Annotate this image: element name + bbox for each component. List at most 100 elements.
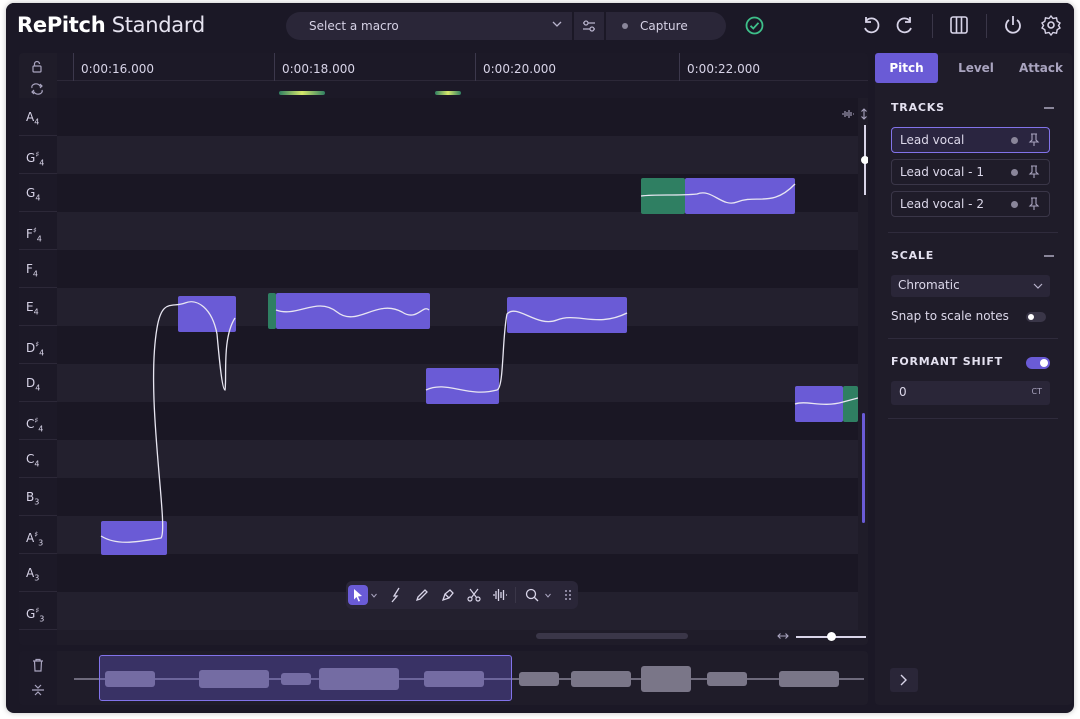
pin-icon[interactable] xyxy=(1028,133,1040,147)
chevron-down-icon[interactable] xyxy=(545,593,551,598)
loop-icon[interactable] xyxy=(29,81,45,97)
toolbar-divider xyxy=(932,14,933,38)
key-note: A xyxy=(26,531,35,545)
select-tool-icon[interactable] xyxy=(348,585,368,605)
piano-key[interactable]: A3 xyxy=(19,554,57,592)
formant-title: FORMANT SHIFT xyxy=(891,355,1003,368)
formant-shift-input[interactable]: 0 CT xyxy=(891,381,1050,405)
track-overview[interactable] xyxy=(19,651,868,705)
ruler-tick xyxy=(274,53,275,81)
macro-settings-button[interactable] xyxy=(574,12,604,40)
collapse-icon[interactable] xyxy=(30,682,46,698)
app-name-bold: RePitch xyxy=(17,13,106,37)
overview-waveform xyxy=(571,671,631,687)
columns-icon[interactable] xyxy=(948,14,970,36)
track-item[interactable]: Lead vocal xyxy=(891,127,1050,153)
edit-toolbar xyxy=(346,581,578,609)
track-record-dot-icon[interactable] xyxy=(1011,201,1018,208)
toggle-knob xyxy=(1040,359,1048,367)
horizontal-scrollbar[interactable] xyxy=(536,633,688,639)
piano-key[interactable]: G♯3 xyxy=(19,592,57,630)
piano-key[interactable]: A4 xyxy=(19,98,57,136)
piano-key[interactable]: A♯3 xyxy=(19,516,57,554)
scale-collapse-button[interactable] xyxy=(1044,255,1054,257)
scissors-icon[interactable] xyxy=(464,585,484,605)
draw-tool-icon[interactable] xyxy=(438,585,458,605)
lock-icon[interactable] xyxy=(29,59,45,75)
tab-attack[interactable]: Attack xyxy=(1011,53,1071,83)
piano-key[interactable]: G4 xyxy=(19,174,57,212)
overview-waveform xyxy=(707,672,747,686)
track-item[interactable]: Lead vocal - 1 xyxy=(891,159,1050,185)
undo-icon[interactable] xyxy=(860,14,882,36)
piano-key[interactable]: C4 xyxy=(19,440,57,478)
key-note: A xyxy=(26,566,35,580)
formant-toggle[interactable] xyxy=(1026,357,1050,369)
key-note: B xyxy=(26,490,35,504)
pitch-tool-icon[interactable] xyxy=(386,585,406,605)
track-name: Lead vocal - 1 xyxy=(900,165,984,179)
horizontal-zoom-icon[interactable] xyxy=(777,631,789,641)
key-octave: 4 xyxy=(33,307,39,317)
waveform-toggle-icon[interactable] xyxy=(841,109,855,119)
zoom-icon[interactable] xyxy=(522,585,542,605)
ruler-tick xyxy=(679,53,680,81)
loop-marker[interactable] xyxy=(279,91,325,95)
piano-key[interactable]: F4 xyxy=(19,250,57,288)
vertical-zoom-icon[interactable] xyxy=(860,108,868,120)
vertical-scroll-thumb[interactable] xyxy=(862,413,865,523)
track-record-dot-icon[interactable] xyxy=(1011,169,1018,176)
key-octave: 3 xyxy=(34,573,40,583)
key-octave: 4 xyxy=(35,383,41,393)
pitch-curve xyxy=(100,183,858,543)
tracks-collapse-button[interactable] xyxy=(1044,107,1054,109)
expand-button[interactable] xyxy=(890,668,918,692)
repitch-window: RePitch Standard Select a macro Capture … xyxy=(6,3,1074,713)
key-octave: 4 xyxy=(35,193,41,203)
vertical-zoom-knob[interactable] xyxy=(861,156,868,164)
formant-unit: CT xyxy=(1031,387,1042,396)
pin-icon[interactable] xyxy=(1028,165,1040,179)
waveform-icon[interactable] xyxy=(490,585,510,605)
track-item[interactable]: Lead vocal - 2 xyxy=(891,191,1050,217)
piano-key[interactable]: C♯4 xyxy=(19,402,57,440)
overview-controls xyxy=(19,651,57,705)
key-octave: 4 xyxy=(39,158,45,168)
time-label: 0:00:22.000 xyxy=(687,62,760,76)
key-octave: 3 xyxy=(34,497,40,507)
pitch-editor[interactable]: 0:00:16.000 0:00:18.000 0:00:20.000 0:00… xyxy=(19,53,868,645)
piano-key[interactable]: F♯4 xyxy=(19,212,57,250)
scale-select[interactable]: Chromatic xyxy=(891,275,1050,297)
horizontal-zoom-knob[interactable] xyxy=(827,632,836,641)
redo-icon[interactable] xyxy=(894,14,916,36)
piano-key[interactable]: D♯4 xyxy=(19,326,57,364)
timeline-ruler[interactable]: 0:00:16.000 0:00:18.000 0:00:20.000 0:00… xyxy=(57,53,868,81)
piano-key[interactable]: B3 xyxy=(19,478,57,516)
piano-key[interactable]: D4 xyxy=(19,364,57,402)
tab-level[interactable]: Level xyxy=(945,53,1007,83)
loop-bar[interactable] xyxy=(57,81,868,98)
piano-key[interactable]: E4 xyxy=(19,288,57,326)
overview-selection[interactable] xyxy=(99,655,512,701)
capture-dot-icon xyxy=(622,23,628,29)
drag-handle-icon[interactable] xyxy=(558,585,578,605)
macro-select[interactable]: Select a macro xyxy=(286,12,572,40)
trash-icon[interactable] xyxy=(30,657,46,673)
loop-marker[interactable] xyxy=(435,91,461,95)
chevron-down-icon xyxy=(552,21,562,27)
snap-toggle[interactable] xyxy=(1026,312,1046,322)
vertical-scrollbar[interactable] xyxy=(862,233,865,523)
pencil-tool-icon[interactable] xyxy=(412,585,432,605)
power-icon[interactable] xyxy=(1002,14,1024,36)
capture-button[interactable]: Capture xyxy=(606,12,726,40)
key-octave: 4 xyxy=(34,117,40,127)
piano-key[interactable]: G♯4 xyxy=(19,136,57,174)
tab-pitch[interactable]: Pitch xyxy=(875,53,938,83)
pin-icon[interactable] xyxy=(1028,197,1040,211)
overview-waveform xyxy=(779,671,839,687)
chevron-down-icon[interactable] xyxy=(371,593,377,598)
gear-icon[interactable] xyxy=(1040,14,1062,36)
note-grid[interactable] xyxy=(57,98,858,645)
key-octave: 4 xyxy=(36,234,42,244)
track-record-dot-icon[interactable] xyxy=(1011,137,1018,144)
